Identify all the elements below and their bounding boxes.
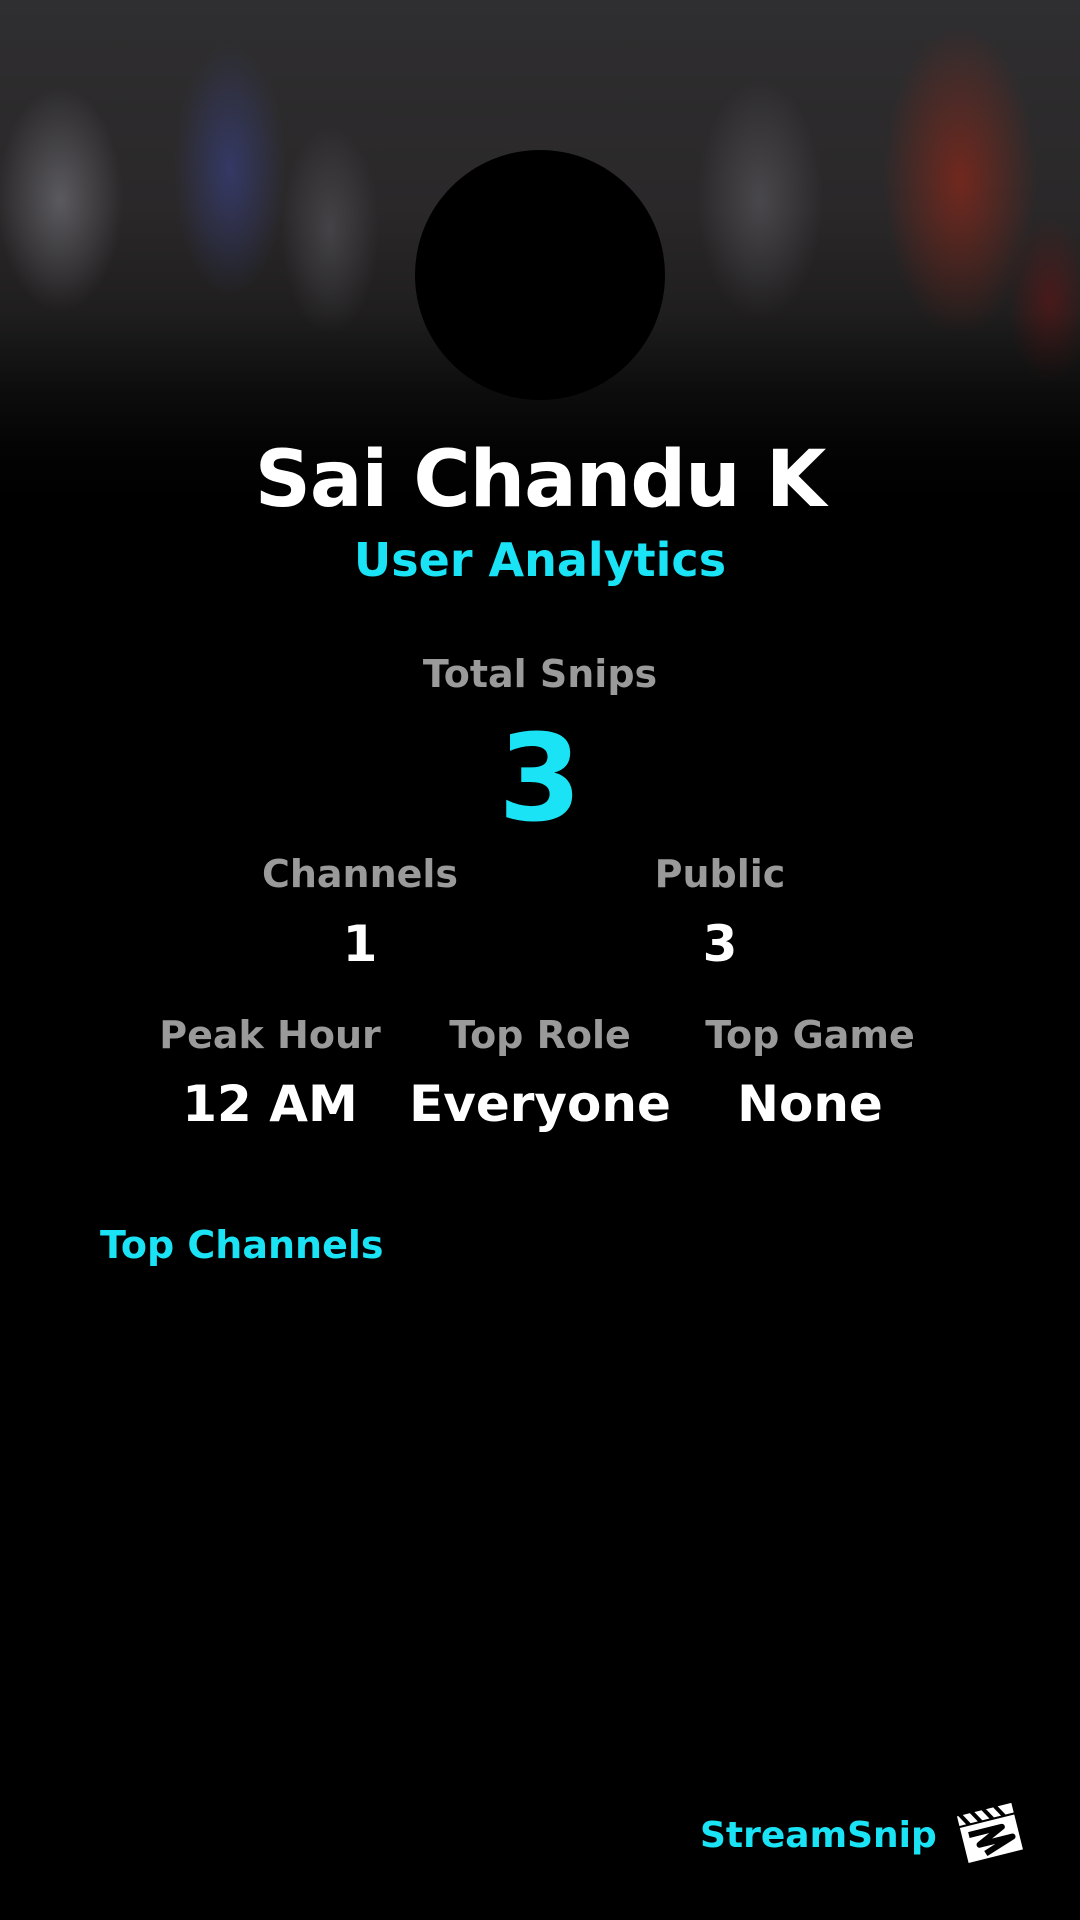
page-subtitle: User Analytics — [353, 533, 727, 587]
brand-name: StreamSnip — [700, 1815, 937, 1856]
top-game-value: None — [737, 1075, 883, 1133]
top-role-label: Top Role — [449, 1013, 631, 1057]
total-snips-value: 3 — [498, 710, 582, 849]
channels-label: Channels — [261, 852, 459, 896]
avatar — [415, 150, 665, 400]
public-value: 3 — [702, 915, 738, 973]
top-game-label: Top Game — [705, 1013, 915, 1057]
total-snips-label: Total Snips — [422, 652, 658, 696]
peak-hour-label: Peak Hour — [159, 1013, 381, 1057]
peak-hour-value: 12 AM — [182, 1075, 358, 1133]
top-role-value: Everyone — [409, 1075, 671, 1133]
public-label: Public — [654, 852, 786, 896]
top-channels-title: Top Channels — [100, 1223, 384, 1267]
channels-value: 1 — [342, 915, 378, 973]
clapperboard-logo-icon — [954, 1800, 1026, 1866]
user-name: Sai Chandu K — [254, 435, 827, 525]
